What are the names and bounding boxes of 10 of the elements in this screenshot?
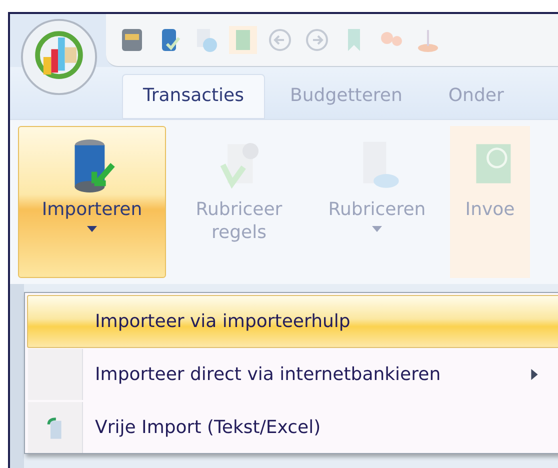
menu-item[interactable]: Importeer direct via internetbankieren bbox=[27, 348, 558, 401]
document-arrow-icon bbox=[46, 414, 64, 440]
back-icon[interactable] bbox=[266, 26, 294, 54]
ribbon-button[interactable]: Importeren bbox=[18, 126, 166, 278]
menu-item[interactable]: Importeer via importeerhulp bbox=[27, 295, 558, 348]
submenu-arrow-icon bbox=[531, 369, 538, 380]
ribbon-tab[interactable]: Transacties bbox=[122, 74, 266, 119]
menu-item[interactable]: Vrije Import (Tekst/Excel) bbox=[27, 401, 558, 454]
forward-icon[interactable] bbox=[303, 26, 331, 54]
book-icon[interactable] bbox=[229, 26, 257, 54]
